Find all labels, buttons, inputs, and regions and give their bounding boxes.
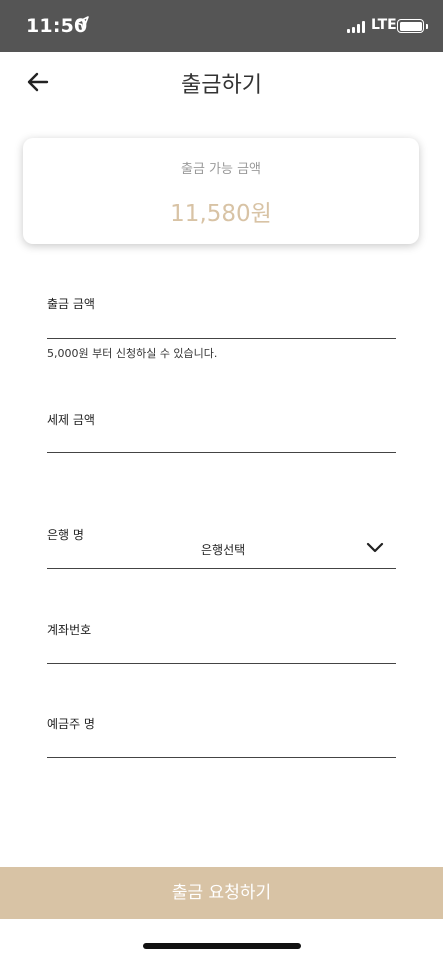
account-holder-input[interactable]: [47, 737, 396, 757]
account-number-input[interactable]: [47, 643, 396, 663]
tax-amount-input[interactable]: [47, 432, 396, 452]
withdraw-amount-label: 출금 금액: [47, 297, 95, 311]
account-number-label: 계좌번호: [47, 623, 92, 637]
location-arrow-icon: [75, 16, 89, 31]
battery-icon: [397, 19, 428, 33]
page-title: 출금하기: [181, 73, 262, 98]
bank-name-label: 은행 명: [47, 528, 84, 542]
balance-card: 출금 가능 금액 11,580원: [23, 138, 419, 244]
submit-withdraw-button[interactable]: 출금 요청하기: [0, 867, 443, 919]
withdraw-amount-input[interactable]: [47, 318, 396, 338]
status-bar: 11:50 LTE: [0, 0, 443, 52]
bank-select[interactable]: 은행선택: [201, 541, 245, 558]
withdraw-amount-field[interactable]: 출금 금액: [47, 290, 396, 339]
cellular-signal-icon: [347, 20, 367, 33]
account-holder-label: 예금주 명: [47, 717, 95, 731]
home-indicator[interactable]: [143, 943, 301, 949]
chevron-down-icon[interactable]: [365, 539, 385, 557]
withdraw-amount-hint: 5,000원 부터 신청하실 수 있습니다.: [47, 347, 218, 360]
account-holder-field[interactable]: 예금주 명: [47, 709, 396, 758]
account-number-field[interactable]: 계좌번호: [47, 615, 396, 664]
balance-label: 출금 가능 금액: [180, 162, 262, 177]
balance-amount: 11,580원: [170, 201, 272, 227]
network-type: LTE: [371, 17, 397, 33]
tax-amount-label: 세제 금액: [47, 413, 95, 427]
tax-amount-field[interactable]: 세제 금액: [47, 405, 396, 453]
